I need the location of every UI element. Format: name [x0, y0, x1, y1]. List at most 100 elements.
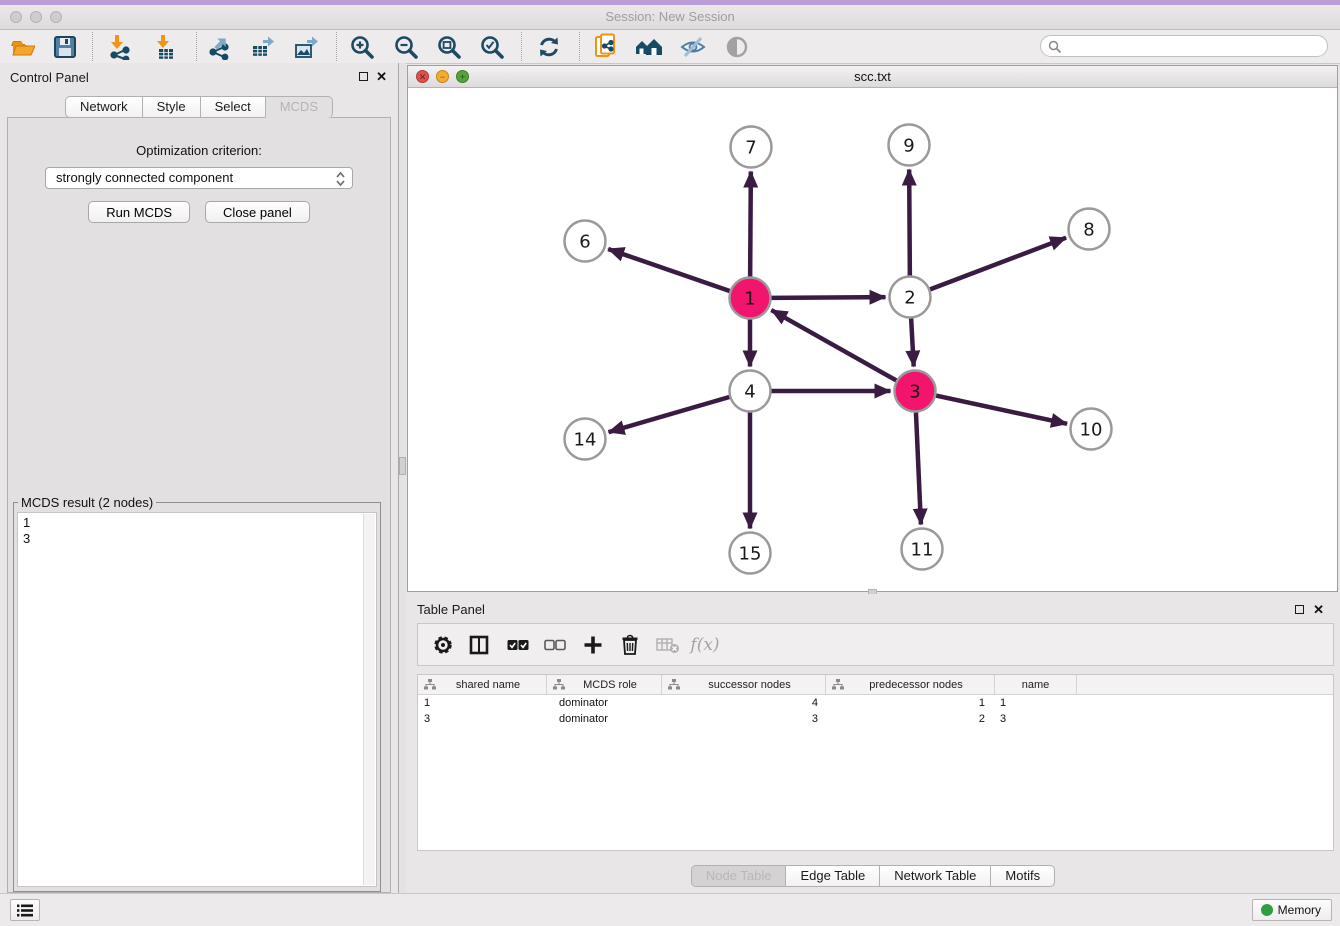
zoom-fit-icon [436, 34, 462, 60]
toolbar-separator [336, 32, 337, 61]
hide-selected-button[interactable] [678, 32, 708, 61]
table-cell[interactable]: 1 [826, 697, 995, 709]
graph-node-label-11: 11 [911, 539, 934, 560]
criterion-select[interactable]: strongly connected component [45, 167, 353, 189]
column-header-mcds-role[interactable]: MCDS role [547, 675, 662, 694]
close-panel-button[interactable]: Close panel [205, 201, 310, 223]
delete-table-button[interactable] [653, 631, 683, 659]
eye-slash-icon [680, 34, 706, 60]
search-field[interactable] [1040, 35, 1328, 57]
table-panel-tabs: Node Table Edge Table Network Table Moti… [406, 865, 1340, 887]
graph-edge-1-6[interactable] [608, 249, 730, 291]
node-table[interactable]: shared name MCDS role successor nodes [417, 674, 1334, 851]
tab-mcds[interactable]: MCDS [265, 96, 333, 118]
table-cell[interactable]: dominator [547, 713, 662, 725]
table-cell[interactable]: 3 [995, 713, 1077, 725]
table-close-icon[interactable]: ✕ [1313, 602, 1324, 617]
graph-edge-3-11[interactable] [916, 412, 921, 524]
network-window-titlebar[interactable]: ✕ − + scc.txt [408, 66, 1337, 88]
column-header-predecessor-nodes[interactable]: predecessor nodes [826, 675, 995, 694]
export-network-button[interactable] [205, 32, 235, 61]
network-canvas[interactable]: 7968124314101511 [408, 88, 1337, 592]
show-columns-button[interactable] [464, 631, 494, 659]
application-window: Session: New Session [0, 0, 1340, 926]
column-header-name[interactable]: name [995, 675, 1077, 694]
network-graph[interactable]: 7968124314101511 [408, 88, 1337, 592]
select-all-button[interactable] [503, 631, 533, 659]
table-row[interactable]: 3dominator323 [418, 711, 1333, 727]
import-table-button[interactable] [150, 32, 180, 61]
tab-network-table[interactable]: Network Table [879, 865, 990, 887]
attribute-icon [424, 679, 436, 690]
zoom-out-button[interactable] [391, 32, 421, 61]
graph-node-label-4: 4 [744, 381, 755, 402]
columns-icon [469, 635, 489, 655]
plus-icon [583, 635, 603, 655]
float-panel-icon[interactable] [359, 72, 368, 81]
close-panel-icon[interactable]: ✕ [376, 69, 387, 84]
graph-node-label-6: 6 [579, 231, 590, 252]
table-cell[interactable]: 1 [418, 697, 547, 709]
zoom-fit-button[interactable] [434, 32, 464, 61]
graph-edge-2-3[interactable] [911, 318, 914, 366]
export-table-button[interactable] [248, 32, 278, 61]
table-cell[interactable]: 4 [662, 697, 826, 709]
select-stepper-icon [336, 171, 345, 187]
table-header-row: shared name MCDS role successor nodes [418, 675, 1333, 695]
memory-button[interactable]: Memory [1252, 899, 1332, 921]
result-scrollbar[interactable] [363, 514, 375, 885]
table-cell[interactable]: 2 [826, 713, 995, 725]
clone-network-button[interactable] [591, 32, 621, 61]
tab-node-table[interactable]: Node Table [691, 865, 786, 887]
graph-edge-1-7[interactable] [750, 171, 751, 276]
column-header-shared-name[interactable]: shared name [418, 675, 547, 694]
graph-edge-1-2[interactable] [771, 297, 885, 298]
tab-edge-table[interactable]: Edge Table [785, 865, 879, 887]
tab-style[interactable]: Style [142, 96, 200, 118]
refresh-layout-button[interactable] [534, 32, 564, 61]
show-panels-button[interactable] [10, 899, 40, 921]
table-cell[interactable]: 3 [418, 713, 547, 725]
unselect-all-button[interactable] [540, 631, 570, 659]
graph-edge-2-8[interactable] [930, 238, 1066, 290]
table-cell[interactable]: 1 [995, 697, 1077, 709]
graph-edge-2-9[interactable] [909, 169, 910, 275]
column-header-successor-nodes[interactable]: successor nodes [662, 675, 826, 694]
table-settings-button[interactable] [428, 631, 458, 659]
graph-node-label-14: 14 [574, 429, 597, 450]
save-session-button[interactable] [50, 32, 80, 61]
apply-function-button[interactable]: f(x) [690, 631, 720, 659]
export-image-icon [294, 34, 320, 60]
table-row[interactable]: 1dominator411 [418, 695, 1333, 711]
zoom-selected-button[interactable] [477, 32, 507, 61]
list-icon [17, 904, 33, 917]
graph-edge-3-1[interactable] [771, 310, 896, 380]
show-all-button[interactable] [722, 32, 752, 61]
delete-row-button[interactable] [615, 631, 645, 659]
eye-icon [724, 34, 750, 60]
table-cell[interactable]: 3 [662, 713, 826, 725]
open-folder-icon [11, 35, 35, 59]
graph-edge-4-14[interactable] [609, 397, 730, 432]
mcds-panel-body: Optimization criterion: strongly connect… [7, 117, 391, 893]
tab-motifs[interactable]: Motifs [990, 865, 1055, 887]
first-neighbors-button[interactable] [634, 32, 664, 61]
tab-network[interactable]: Network [65, 96, 142, 118]
zoom-in-button[interactable] [347, 32, 377, 61]
export-image-button[interactable] [292, 32, 322, 61]
open-session-button[interactable] [8, 32, 38, 61]
checked-boxes-icon [507, 639, 529, 651]
add-row-button[interactable] [578, 631, 608, 659]
splitter-grip[interactable] [399, 457, 406, 475]
tab-select[interactable]: Select [200, 96, 265, 118]
run-mcds-button[interactable]: Run MCDS [88, 201, 190, 223]
mcds-result-group: MCDS result (2 nodes) 1 3 [13, 495, 381, 892]
vertical-splitter[interactable] [398, 63, 406, 894]
import-network-button[interactable] [104, 32, 134, 61]
mcds-result-text[interactable]: 1 3 [17, 512, 377, 887]
graph-edge-3-10[interactable] [936, 396, 1067, 424]
table-cell[interactable]: dominator [547, 697, 662, 709]
search-input[interactable] [1065, 38, 1319, 56]
titlebar[interactable]: Session: New Session [0, 5, 1340, 30]
table-float-icon[interactable] [1295, 605, 1304, 614]
